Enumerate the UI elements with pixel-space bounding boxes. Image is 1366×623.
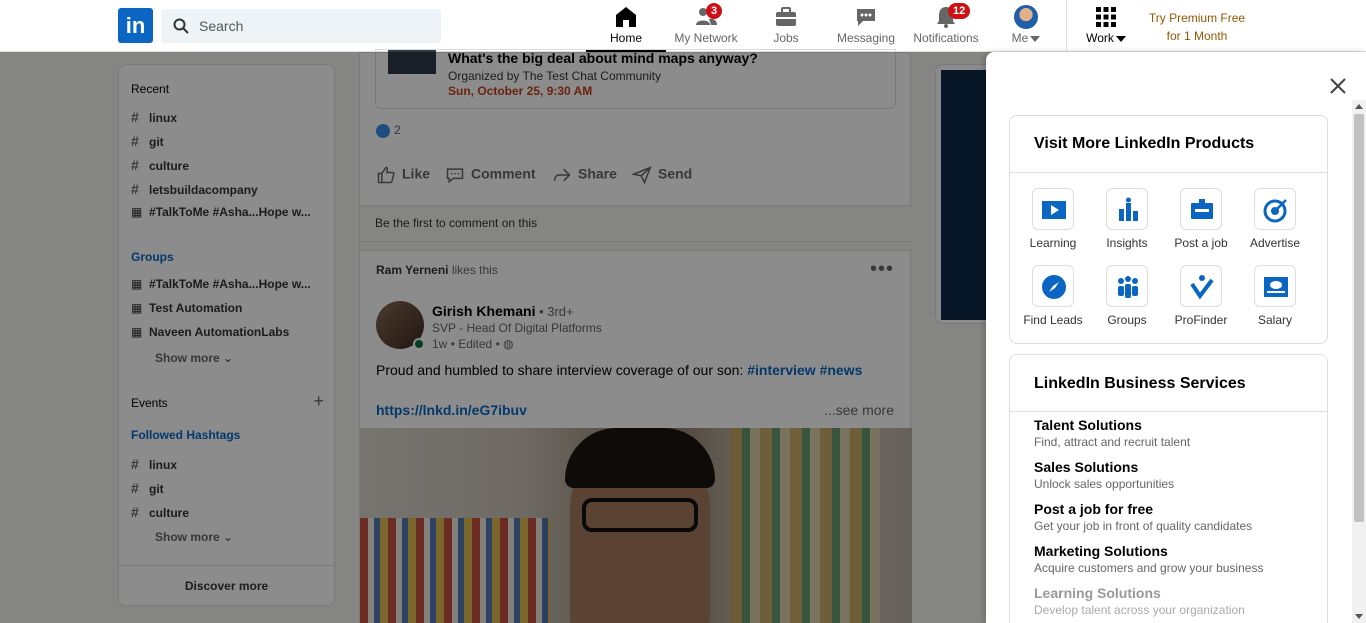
nav-jobs-label: Jobs: [773, 31, 799, 45]
global-nav: in Home 3 My Network Jobs Messaging 12 N…: [0, 0, 1366, 52]
advertise-icon: [1263, 199, 1287, 223]
product-salary[interactable]: Salary: [1238, 265, 1312, 327]
chat-icon: [857, 9, 875, 26]
premium-line-2: for 1 Month: [1166, 29, 1228, 43]
nav-jobs[interactable]: Jobs: [746, 0, 826, 52]
nav-network-label: My Network: [674, 31, 738, 45]
search-input[interactable]: [199, 9, 435, 43]
nav-me[interactable]: Me: [996, 0, 1056, 52]
chevron-down-icon: [1030, 35, 1041, 42]
business-title: LinkedIn Business Services: [1034, 375, 1246, 392]
scrollbar-thumb[interactable]: [1354, 114, 1364, 522]
linkedin-logo[interactable]: in: [118, 8, 153, 43]
search-box[interactable]: [161, 9, 441, 43]
work-panel: Visit More LinkedIn Products Learning In…: [986, 52, 1366, 623]
products-card: Visit More LinkedIn Products Learning In…: [1009, 115, 1328, 344]
product-advertise[interactable]: Advertise: [1238, 188, 1312, 250]
network-badge: 3: [706, 3, 723, 19]
notifications-badge: 12: [948, 3, 971, 19]
products-title: Visit More LinkedIn Products: [1034, 135, 1255, 152]
home-icon: [616, 7, 636, 27]
service-talent-solutions[interactable]: Talent Solutions Find, attract and recru…: [1034, 417, 1324, 449]
scroll-up-icon[interactable]: [1355, 104, 1363, 109]
groups-icon: [1118, 276, 1138, 298]
post-job-icon: [1191, 199, 1213, 219]
service-sales-solutions[interactable]: Sales Solutions Unlock sales opportuniti…: [1034, 459, 1324, 491]
product-find-leads[interactable]: Find Leads: [1016, 265, 1090, 327]
product-insights[interactable]: Insights: [1090, 188, 1164, 250]
chevron-down-icon: [1115, 35, 1126, 42]
scroll-down-icon[interactable]: [1355, 614, 1363, 619]
premium-line-1: Try Premium Free: [1148, 11, 1246, 25]
nav-divider: [1066, 0, 1067, 52]
avatar: [1014, 5, 1038, 29]
grid-icon: [1096, 7, 1116, 27]
nav-work-label: Work: [1086, 31, 1114, 45]
close-icon[interactable]: [1326, 74, 1350, 98]
nav-messaging[interactable]: Messaging: [826, 0, 906, 52]
service-marketing-solutions[interactable]: Marketing Solutions Acquire customers an…: [1034, 543, 1324, 575]
nav-messaging-label: Messaging: [836, 31, 896, 45]
nav-me-label: Me: [1011, 31, 1029, 45]
product-profinder[interactable]: ProFinder: [1164, 265, 1238, 327]
nav-home-label: Home: [609, 31, 642, 45]
insights-icon: [1119, 197, 1138, 221]
briefcase-icon: [776, 7, 796, 26]
service-post-job-free[interactable]: Post a job for free Get your job in fron…: [1034, 501, 1324, 533]
premium-link[interactable]: Try Premium Free for 1 Month: [1140, 9, 1254, 45]
product-learning[interactable]: Learning: [1016, 188, 1090, 250]
nav-notifications-label: Notifications: [913, 31, 979, 45]
nav-work[interactable]: Work: [1074, 0, 1138, 52]
learning-icon: [1042, 201, 1066, 219]
nav-home[interactable]: Home: [586, 0, 666, 52]
scrollbar[interactable]: [1352, 100, 1366, 623]
profinder-icon: [1190, 275, 1214, 300]
nav-my-network[interactable]: 3 My Network: [666, 0, 746, 52]
business-services-card: LinkedIn Business Services Talent Soluti…: [1009, 354, 1328, 623]
search-icon: [173, 18, 189, 34]
product-post-a-job[interactable]: Post a job: [1164, 188, 1238, 250]
product-groups[interactable]: Groups: [1090, 265, 1164, 327]
nav-notifications[interactable]: 12 Notifications: [906, 0, 986, 52]
service-learning-solutions[interactable]: Learning Solutions Develop talent across…: [1034, 585, 1324, 617]
compass-icon: [1042, 275, 1066, 299]
salary-icon: [1264, 277, 1288, 297]
